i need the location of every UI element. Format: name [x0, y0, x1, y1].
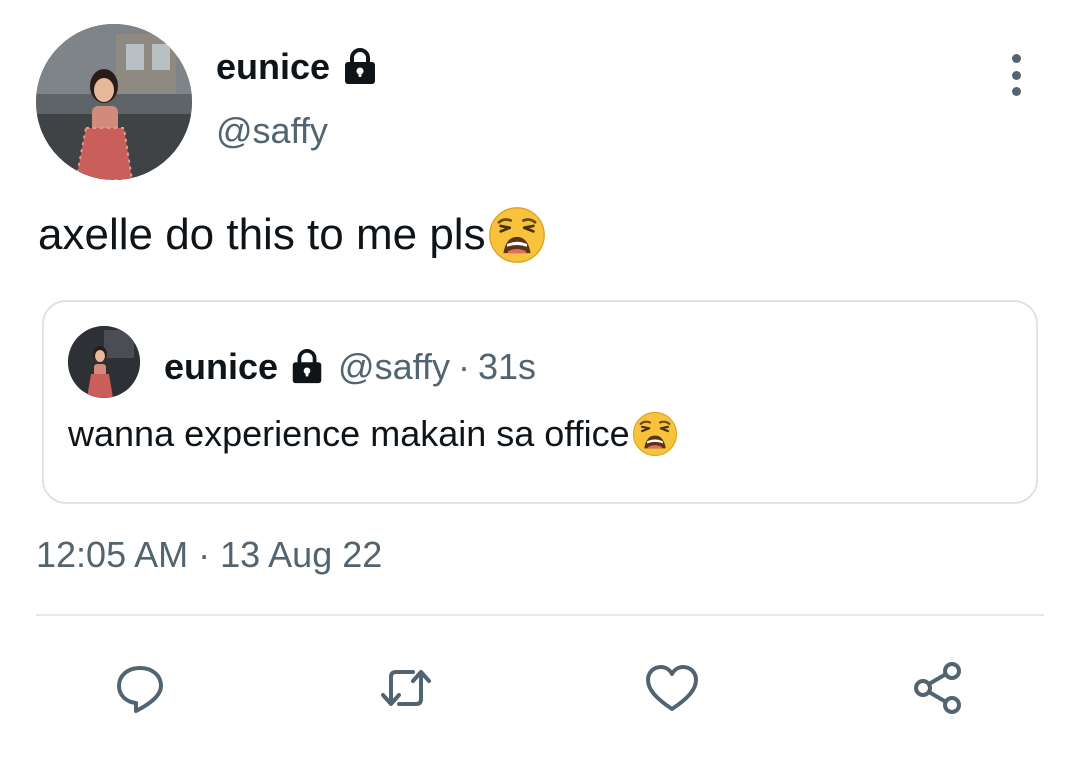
- retweet-button[interactable]: [374, 656, 438, 720]
- avatar-photo: [36, 24, 192, 180]
- timestamp-date: 13 Aug 22: [220, 534, 383, 575]
- tweet-timestamp[interactable]: 12:05 AM · 13 Aug 22: [36, 532, 382, 578]
- quoted-avatar[interactable]: [68, 326, 140, 398]
- quoted-tweet-text: wanna experience makain sa office: [68, 410, 678, 458]
- retweet-icon: [381, 670, 431, 706]
- author-name-row[interactable]: eunice: [216, 44, 380, 90]
- author-handle[interactable]: @saffy: [216, 108, 328, 154]
- timestamp-time: 12:05 AM: [36, 534, 189, 575]
- reply-button[interactable]: [108, 656, 172, 720]
- share-icon: [914, 662, 961, 714]
- quoted-text-content: wanna experience makain sa office: [68, 413, 630, 454]
- avatar[interactable]: [36, 24, 192, 180]
- timestamp-separator: ·: [198, 534, 211, 575]
- more-options-icon[interactable]: [996, 50, 1036, 100]
- quoted-tweet-card[interactable]: [42, 300, 1038, 504]
- quoted-age: 31s: [477, 346, 537, 387]
- share-button[interactable]: [906, 656, 970, 720]
- lock-icon: [288, 348, 326, 386]
- author-display-name[interactable]: eunice: [216, 44, 330, 90]
- tweet-text: axelle do this to me pls: [38, 206, 546, 264]
- quoted-display-name[interactable]: eunice: [164, 344, 278, 390]
- more-dot: [1011, 70, 1021, 80]
- more-dot: [1011, 87, 1021, 96]
- lock-icon: [340, 47, 380, 87]
- tweet-text-content: axelle do this to me pls: [38, 210, 486, 259]
- weary-face-icon: [488, 206, 546, 264]
- quoted-tweet-header: eunice @saffy · 31s: [164, 344, 536, 390]
- divider: [36, 614, 1044, 616]
- like-icon: [646, 665, 698, 711]
- more-dot: [1011, 54, 1021, 63]
- like-button[interactable]: [640, 656, 704, 720]
- weary-face-icon: [632, 411, 678, 457]
- quoted-avatar-photo: [68, 326, 140, 398]
- reply-icon: [117, 666, 163, 713]
- quoted-handle[interactable]: @saffy: [338, 344, 450, 390]
- quoted-separator: ·: [457, 346, 470, 387]
